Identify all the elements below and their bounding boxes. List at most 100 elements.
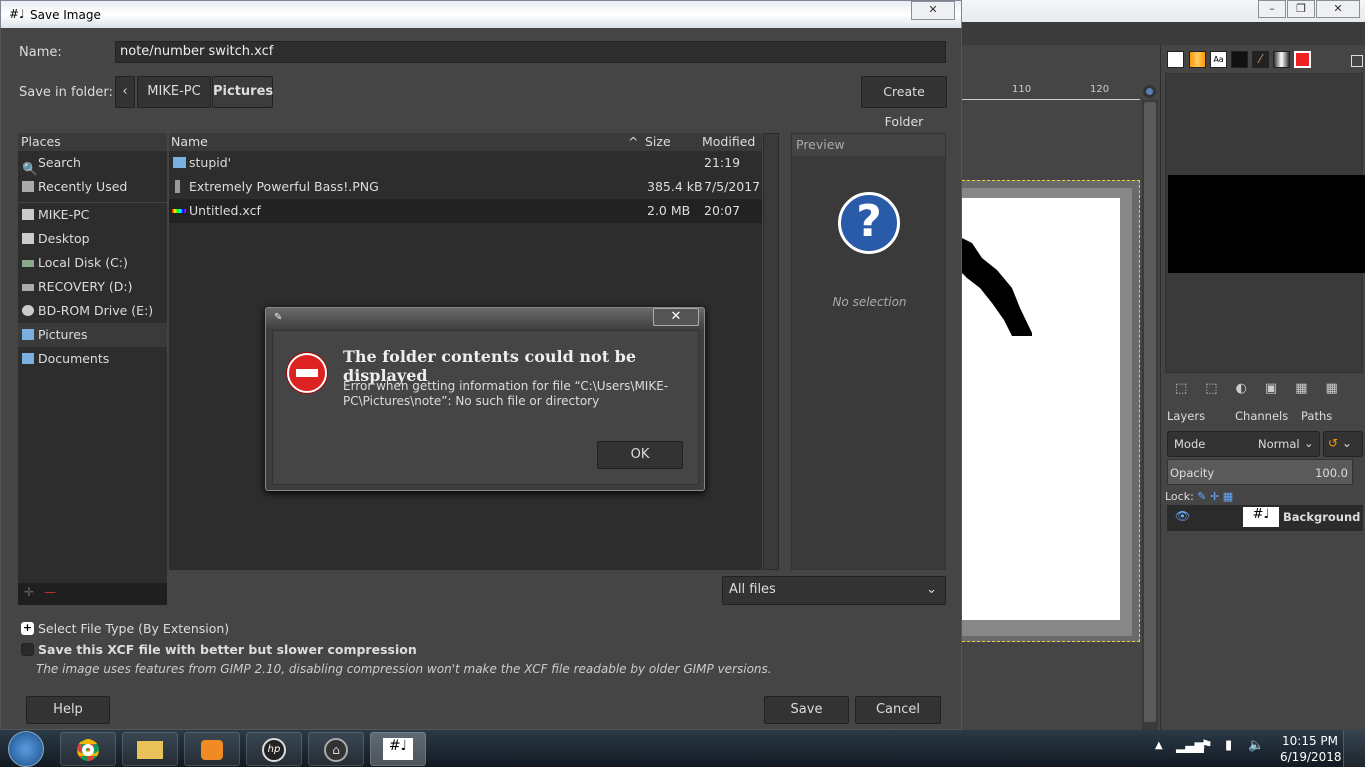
dialog-title: Save Image	[30, 8, 101, 22]
name-input[interactable]: note/number switch.xcf	[115, 41, 946, 63]
file-list-scrollbar[interactable]	[763, 133, 779, 570]
preview-header: Preview	[792, 134, 945, 156]
navigation-preview	[1168, 175, 1365, 273]
ok-button[interactable]: OK	[597, 441, 683, 469]
places-header: Places	[18, 133, 167, 151]
create-folder-button[interactable]: Create Folder	[861, 76, 947, 129]
home-taskbar-button[interactable]: ⌂	[308, 732, 364, 766]
column-name[interactable]: Name	[171, 133, 208, 151]
recent-icon	[22, 181, 34, 192]
tab-layers[interactable]: Layers	[1167, 409, 1205, 423]
tab-channels[interactable]: Channels	[1235, 409, 1288, 423]
eye-icon[interactable]: 👁	[1175, 509, 1190, 523]
lock-label: Lock:	[1165, 490, 1194, 503]
show-desktop-button[interactable]	[1343, 730, 1365, 767]
place-pictures[interactable]: Pictures	[18, 323, 167, 347]
gimp-icon: #♩	[9, 7, 25, 21]
pattern-tab-icon[interactable]	[1189, 51, 1206, 68]
vertical-scrollbar[interactable]	[1142, 100, 1158, 730]
selection-tool-icons[interactable]: ⬚⬚◐▣▦▦	[1175, 381, 1356, 396]
start-button[interactable]	[8, 731, 44, 767]
show-hidden-icons[interactable]: ▲	[1155, 740, 1163, 751]
gimp-taskbar-button[interactable]: #♩	[370, 732, 426, 766]
media-taskbar-button[interactable]	[184, 732, 240, 766]
error-close-button[interactable]: ✕	[653, 308, 699, 326]
network-icon[interactable]: ▂▄▆	[1176, 739, 1204, 753]
folder-icon	[173, 157, 186, 168]
dialog-close-button[interactable]: ✕	[911, 1, 955, 20]
image-file-icon	[175, 180, 180, 193]
font-tab-icon[interactable]: Aa	[1210, 51, 1227, 68]
place-bd-rom[interactable]: BD-ROM Drive (E:)	[18, 299, 167, 323]
ruler-tick: 110	[1012, 84, 1032, 95]
palette-tab-icon[interactable]	[1231, 51, 1248, 68]
help-button[interactable]: Help	[26, 696, 110, 724]
compression-label[interactable]: Save this XCF file with better but slowe…	[38, 642, 417, 657]
hp-taskbar-button[interactable]: hp	[246, 732, 302, 766]
error-icon	[287, 353, 327, 393]
save-button[interactable]: Save	[764, 696, 849, 724]
place-recent[interactable]: Recently Used	[18, 175, 167, 199]
error-dialog: ✎ ✕ The folder contents could not be dis…	[265, 307, 705, 491]
clock-time[interactable]: 10:15 PM	[1282, 734, 1338, 748]
breadcrumb-back-button[interactable]: ‹	[115, 76, 135, 108]
navigate-icon[interactable]	[1143, 85, 1156, 98]
restore-button[interactable]: ❐	[1287, 0, 1315, 18]
gimp-menubar	[962, 22, 1365, 45]
breadcrumb-pictures[interactable]: Pictures	[212, 76, 273, 108]
mode-select[interactable]: Mode Normal ⌄	[1167, 431, 1320, 457]
file-row[interactable]: Extremely Powerful Bass!.PNG 385.4 kB 7/5/…	[169, 175, 762, 199]
compression-checkbox[interactable]	[21, 643, 34, 656]
question-icon: ?	[838, 192, 900, 254]
close-button[interactable]: ✕	[1316, 0, 1360, 18]
folder-icon	[22, 233, 34, 244]
dock-panel: Aa ⁄ ⬚⬚◐▣▦▦ Layers Channels Paths Mode N…	[1160, 45, 1365, 730]
volume-icon[interactable]: 🔈	[1248, 738, 1264, 753]
gimp-icon: ✎	[274, 312, 283, 323]
composite-mode-button[interactable]: ↺ ⌄	[1323, 431, 1363, 457]
no-selection-text: No selection	[832, 295, 907, 309]
add-bookmark-icon[interactable]: ✛	[24, 585, 34, 599]
panel-menu-icon[interactable]	[1351, 55, 1363, 67]
image-canvas[interactable]	[962, 198, 1120, 620]
chrome-taskbar-button[interactable]	[60, 732, 116, 766]
brush-tab-icon[interactable]	[1167, 51, 1184, 68]
place-mike-pc[interactable]: MIKE-PC	[18, 203, 167, 227]
power-icon[interactable]: ▮	[1225, 738, 1232, 753]
gimp-titlebar: – ❐ ✕	[962, 0, 1365, 22]
cancel-button[interactable]: Cancel	[855, 696, 941, 724]
dialog-titlebar: #♩ Save Image ✕	[0, 0, 962, 28]
explorer-taskbar-button[interactable]	[122, 732, 178, 766]
file-row[interactable]: stupid' 21:19	[169, 151, 762, 175]
file-row-selected[interactable]: Untitled.xcf 2.0 MB 20:07	[169, 199, 762, 223]
layer-row[interactable]: 👁 #♩ Background	[1167, 505, 1363, 531]
column-size[interactable]: Size	[645, 133, 671, 151]
folder-icon	[22, 353, 34, 364]
tab-paths[interactable]: Paths	[1301, 409, 1332, 423]
folder-label: Save in folder:	[19, 85, 113, 100]
place-local-disk[interactable]: Local Disk (C:)	[18, 251, 167, 275]
select-file-type-expander[interactable]: Select File Type (By Extension)	[38, 621, 229, 636]
place-recovery[interactable]: RECOVERY (D:)	[18, 275, 167, 299]
gradient-tab-icon[interactable]	[1273, 51, 1290, 68]
opacity-slider[interactable]: Opacity 100.0	[1167, 459, 1353, 485]
clock-date[interactable]: 6/19/2018	[1280, 750, 1342, 764]
brush-stroke	[962, 238, 1032, 336]
preview-pane: Preview ? No selection	[791, 133, 946, 570]
color-tab-icon[interactable]	[1294, 51, 1311, 68]
lock-icons[interactable]: ✎ ✛ ▦	[1197, 490, 1233, 503]
place-documents[interactable]: Documents	[18, 347, 167, 371]
remove-bookmark-icon[interactable]: —	[44, 585, 56, 599]
minimize-button[interactable]: –	[1258, 0, 1286, 18]
breadcrumb-mike-pc[interactable]: MIKE-PC	[137, 76, 211, 108]
search-icon: 🔍	[22, 161, 38, 176]
file-filter-select[interactable]: All files ⌄	[722, 576, 946, 605]
place-search[interactable]: 🔍 Search	[18, 151, 167, 176]
column-modified[interactable]: Modified	[702, 133, 755, 151]
paintbrush-tab-icon[interactable]: ⁄	[1252, 51, 1269, 68]
place-desktop[interactable]: Desktop	[18, 227, 167, 251]
horizontal-ruler: 110 120	[962, 84, 1140, 100]
layer-name[interactable]: Background	[1283, 510, 1360, 524]
flag-icon[interactable]: ⚑	[1201, 738, 1213, 753]
expander-icon[interactable]: +	[21, 622, 34, 635]
